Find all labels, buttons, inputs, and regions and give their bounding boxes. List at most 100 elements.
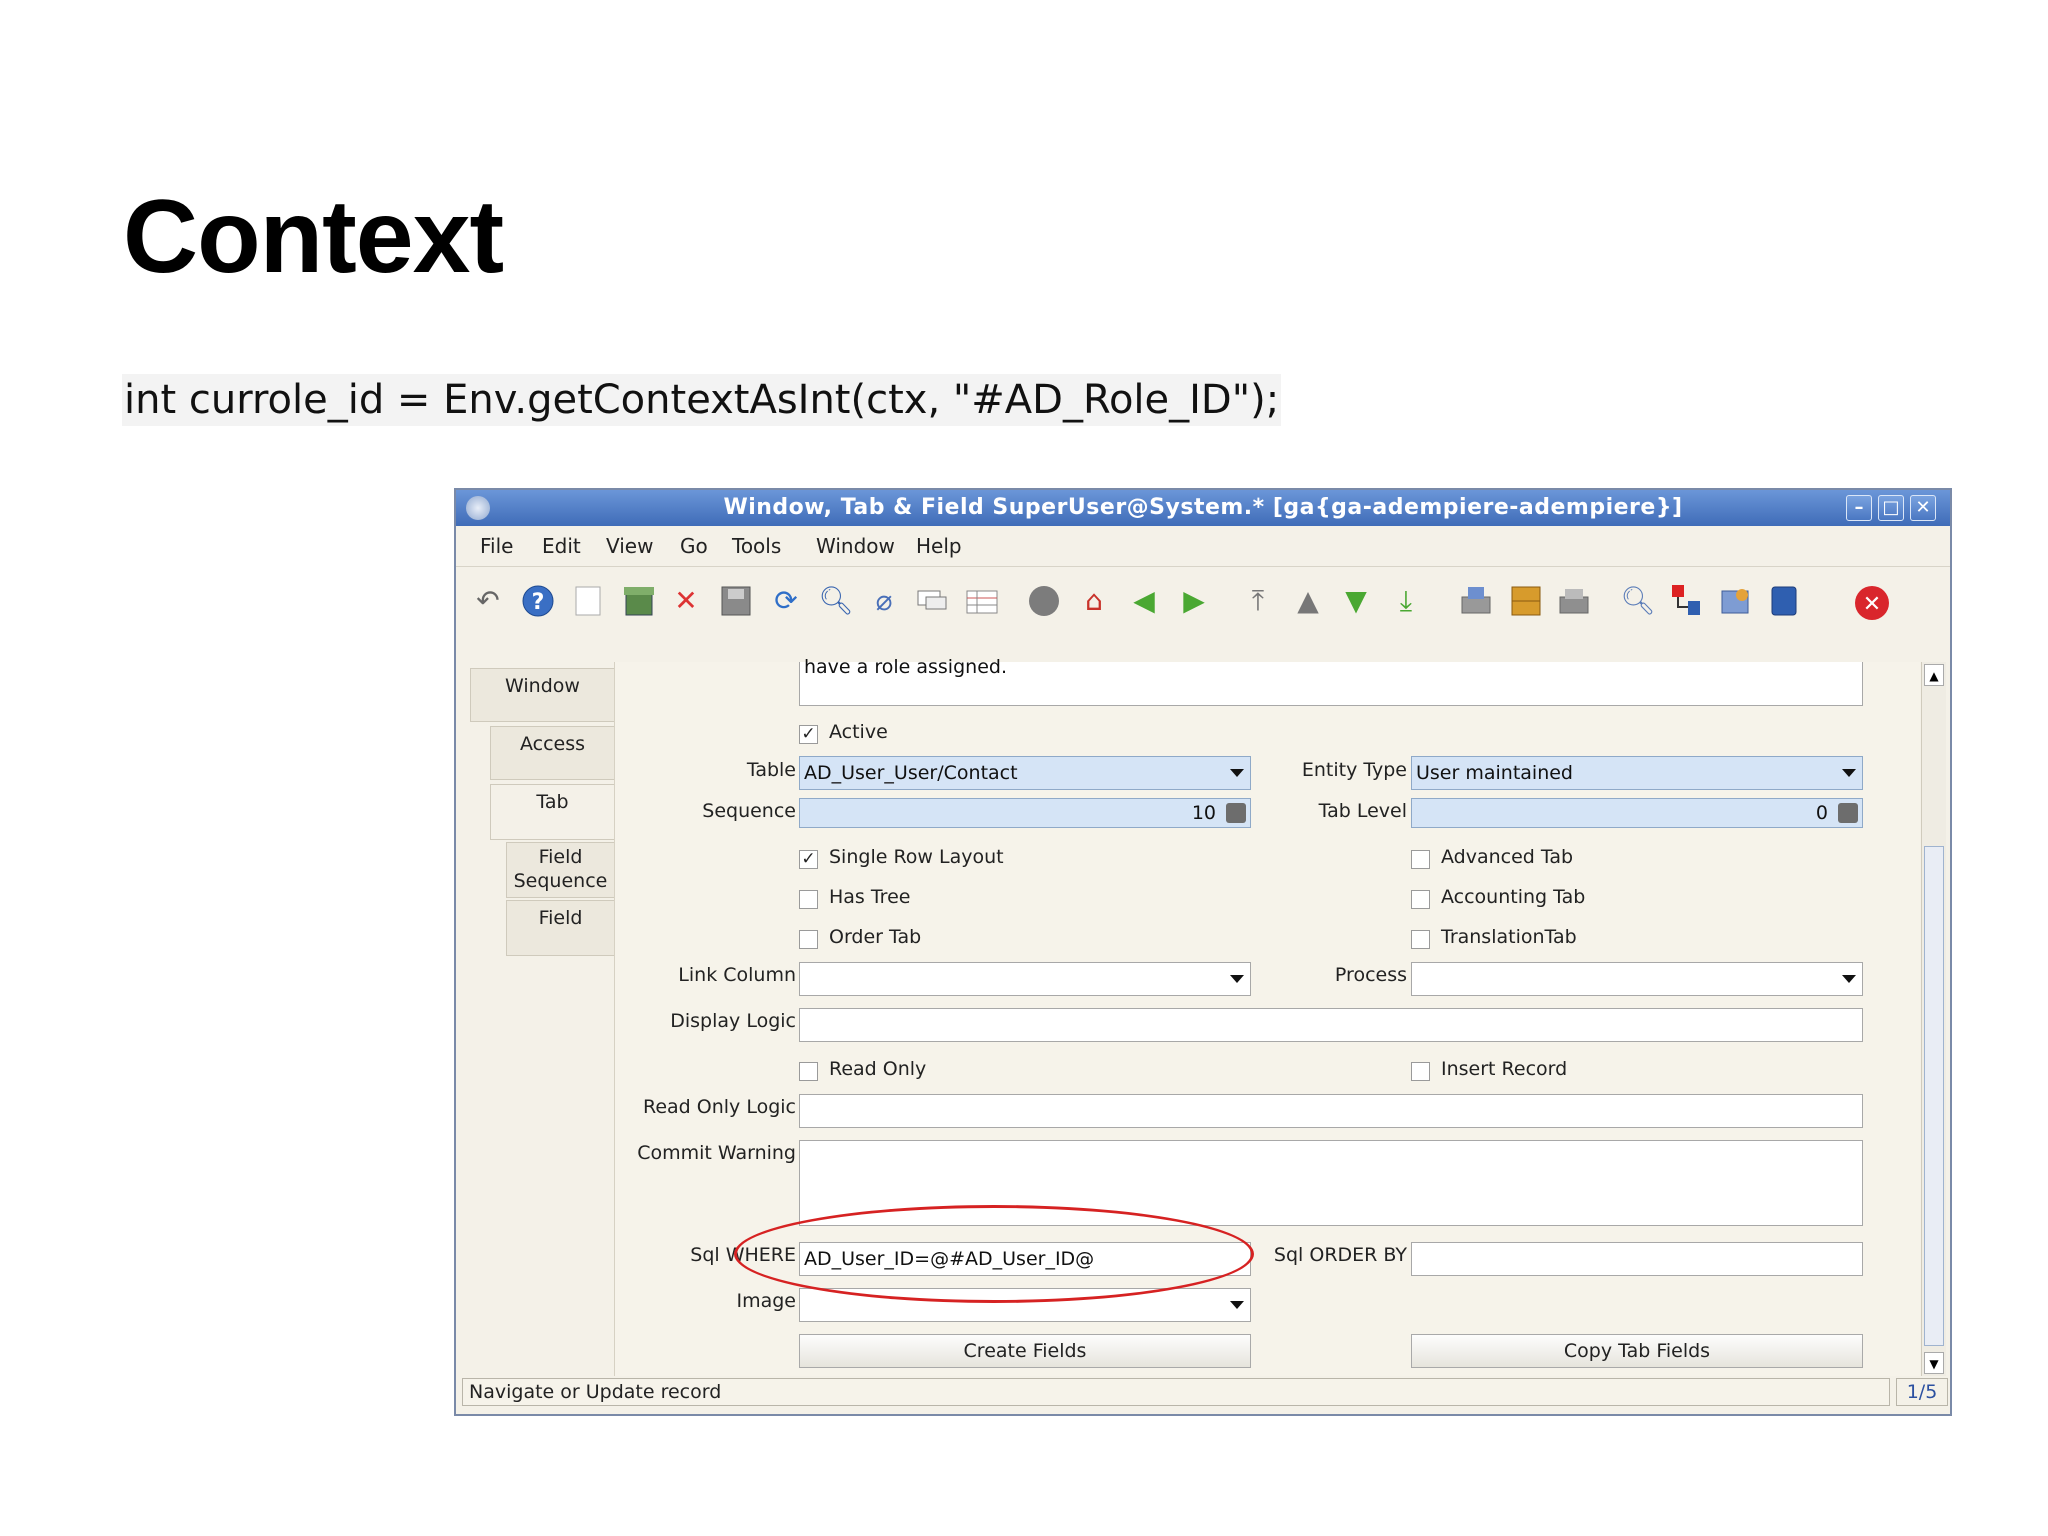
grid-toggle-icon[interactable] (964, 583, 1000, 619)
display-logic-field[interactable] (799, 1008, 1863, 1042)
close-button[interactable]: ✕ (1910, 495, 1936, 521)
toolbar: ↶ ? ✕ ⟳ 🔍︎ ⌀ ⌂ ◀ ▶ ⤒ ▲ ▼ ⤓ 🔍︎ ✕ (456, 567, 1950, 637)
help-icon[interactable]: ? (520, 583, 556, 619)
next-record-icon[interactable]: ▼ (1338, 583, 1374, 619)
menu-tools[interactable]: Tools (732, 534, 781, 558)
menu-file[interactable]: File (480, 534, 513, 558)
refresh-icon[interactable]: ⟳ (768, 583, 804, 619)
title-bar[interactable]: Window, Tab & Field SuperUser@System.* [… (456, 490, 1950, 526)
create-fields-button[interactable]: Create Fields (799, 1334, 1251, 1368)
tab-access[interactable]: Access (490, 726, 614, 780)
has-tree-label: Has Tree (829, 886, 911, 908)
calculator-icon[interactable] (1226, 803, 1246, 823)
accounting-tab-label: Accounting Tab (1441, 886, 1586, 908)
scroll-up-icon[interactable]: ▲ (1924, 664, 1944, 686)
tab-field-sequence[interactable]: Field Sequence (506, 842, 614, 898)
table-select[interactable]: AD_User_User/Contact (799, 756, 1251, 790)
window-title: Window, Tab & Field SuperUser@System.* [… (723, 495, 1683, 520)
display-logic-label: Display Logic (670, 1010, 796, 1032)
workflow-icon[interactable] (1668, 583, 1704, 619)
calculator-icon[interactable] (1838, 803, 1858, 823)
menu-window[interactable]: Window (816, 534, 895, 558)
sequence-label: Sequence (702, 800, 796, 822)
archive-icon[interactable] (1508, 583, 1544, 619)
description-field[interactable]: have a role assigned. (799, 656, 1863, 706)
find-icon[interactable]: 🔍︎ (818, 583, 854, 619)
single-row-layout-label: Single Row Layout (829, 846, 1004, 868)
back-icon[interactable]: ◀ (1126, 583, 1162, 619)
menu-go[interactable]: Go (680, 534, 708, 558)
zoom-across-icon[interactable]: 🔍︎ (1620, 583, 1656, 619)
commit-warning-field[interactable] (799, 1140, 1863, 1226)
read-only-logic-field[interactable] (799, 1094, 1863, 1128)
tab-window[interactable]: Window (470, 668, 614, 722)
vertical-scrollbar[interactable]: ▲ ▼ (1921, 662, 1946, 1376)
undo-icon[interactable]: ↶ (470, 583, 506, 619)
chevron-down-icon (1842, 975, 1856, 983)
chevron-down-icon (1230, 769, 1244, 777)
record-counter[interactable]: 1/5 (1896, 1378, 1948, 1406)
minimize-button[interactable]: – (1846, 495, 1872, 521)
entity-type-select[interactable]: User maintained (1411, 756, 1863, 790)
link-column-select[interactable] (799, 962, 1251, 996)
table-value: AD_User_User/Contact (804, 762, 1018, 784)
tab-field[interactable]: Field (506, 900, 614, 956)
tab-level-field[interactable]: 0 (1411, 798, 1863, 828)
read-only-logic-label: Read Only Logic (642, 1096, 796, 1118)
first-record-icon[interactable]: ⤒ (1240, 583, 1276, 619)
product-info-icon[interactable] (1766, 583, 1802, 619)
sql-order-by-label: Sql ORDER BY (1273, 1244, 1407, 1266)
print-icon[interactable] (1556, 583, 1592, 619)
sequence-field[interactable]: 10 (799, 798, 1251, 828)
order-tab-label: Order Tab (829, 926, 922, 948)
entity-type-value: User maintained (1416, 762, 1573, 784)
chevron-down-icon (1230, 975, 1244, 983)
menu-edit[interactable]: Edit (542, 534, 581, 558)
previous-record-icon[interactable]: ▲ (1290, 583, 1326, 619)
tab-form-panel: have a role assigned. ✓ Active Table AD_… (614, 656, 1920, 1376)
new-record-icon[interactable] (570, 583, 606, 619)
forward-icon[interactable]: ▶ (1176, 583, 1212, 619)
tab-level-value: 0 (1815, 802, 1828, 824)
image-select[interactable] (799, 1288, 1251, 1322)
menu-help[interactable]: Help (916, 534, 962, 558)
last-record-icon[interactable]: ⤓ (1388, 583, 1424, 619)
read-only-label: Read Only (829, 1058, 927, 1080)
report-icon[interactable] (1458, 583, 1494, 619)
app-window: Window, Tab & Field SuperUser@System.* [… (454, 488, 1952, 1416)
scroll-down-icon[interactable]: ▼ (1924, 1352, 1944, 1374)
read-only-checkbox[interactable] (799, 1062, 818, 1081)
link-column-label: Link Column (678, 964, 796, 986)
slide-title: Context (123, 179, 504, 295)
scrollbar-thumb[interactable] (1924, 846, 1944, 1346)
sql-where-field[interactable]: AD_User_ID=@#AD_User_ID@ (799, 1242, 1251, 1276)
advanced-tab-checkbox[interactable] (1411, 850, 1430, 869)
maximize-button[interactable]: □ (1878, 495, 1904, 521)
copy-tab-fields-button[interactable]: Copy Tab Fields (1411, 1334, 1863, 1368)
attachment-icon[interactable]: ⌀ (866, 583, 902, 619)
sql-where-label: Sql WHERE (690, 1244, 796, 1266)
insert-record-checkbox[interactable] (1411, 1062, 1430, 1081)
home-icon[interactable]: ⌂ (1076, 583, 1112, 619)
chevron-down-icon (1230, 1301, 1244, 1309)
chat-icon[interactable] (914, 583, 950, 619)
svg-text:?: ? (532, 590, 545, 615)
sql-where-value: AD_User_ID=@#AD_User_ID@ (804, 1248, 1095, 1270)
request-icon[interactable] (1718, 583, 1754, 619)
tab-tab[interactable]: Tab (490, 784, 614, 840)
single-row-layout-checkbox[interactable]: ✓ (799, 850, 818, 869)
accounting-tab-checkbox[interactable] (1411, 890, 1430, 909)
has-tree-checkbox[interactable] (799, 890, 818, 909)
delete-icon[interactable]: ✕ (668, 583, 704, 619)
menu-view[interactable]: View (606, 534, 653, 558)
history-icon[interactable] (1026, 583, 1062, 619)
save-icon[interactable] (718, 583, 754, 619)
copy-record-icon[interactable] (620, 583, 656, 619)
exit-icon[interactable]: ✕ (1852, 583, 1889, 620)
translation-tab-checkbox[interactable] (1411, 930, 1430, 949)
active-checkbox[interactable]: ✓ (799, 725, 818, 744)
order-tab-checkbox[interactable] (799, 930, 818, 949)
process-select[interactable] (1411, 962, 1863, 996)
sequence-value: 10 (1191, 802, 1216, 824)
sql-order-by-field[interactable] (1411, 1242, 1863, 1276)
